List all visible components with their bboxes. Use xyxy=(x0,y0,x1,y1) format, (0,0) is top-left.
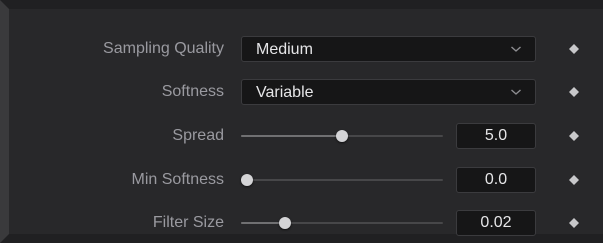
min-softness-label: Min Softness xyxy=(131,171,224,188)
min-softness-slider[interactable] xyxy=(241,167,443,193)
spread-value-field[interactable]: 5.0 xyxy=(456,123,536,149)
min-softness-row: Min Softness 0.0 xyxy=(9,167,603,193)
keyframe-diamond-icon[interactable] xyxy=(569,44,579,54)
spread-row: Spread 5.0 xyxy=(9,123,603,149)
slider-track xyxy=(241,179,443,181)
slider-fill xyxy=(241,135,342,137)
sampling-quality-label: Sampling Quality xyxy=(103,40,224,57)
spread-slider[interactable] xyxy=(241,123,443,149)
inspector-panel: Sampling Quality Medium Softness Variabl… xyxy=(0,0,603,243)
sampling-quality-dropdown[interactable]: Medium xyxy=(241,36,536,62)
filter-size-row: Filter Size 0.02 xyxy=(9,210,603,236)
softness-row: Softness Variable xyxy=(9,79,603,105)
min-softness-value-field[interactable]: 0.0 xyxy=(456,167,536,193)
keyframe-diamond-icon[interactable] xyxy=(569,131,579,141)
softness-value: Variable xyxy=(256,84,314,101)
keyframe-diamond-icon[interactable] xyxy=(569,175,579,185)
softness-label: Softness xyxy=(161,83,224,100)
sampling-quality-row: Sampling Quality Medium xyxy=(9,36,603,62)
spread-label: Spread xyxy=(172,127,224,144)
filter-size-slider[interactable] xyxy=(241,210,443,236)
keyframe-diamond-icon[interactable] xyxy=(569,87,579,97)
chevron-down-icon xyxy=(511,46,521,52)
filter-size-label: Filter Size xyxy=(152,214,224,231)
slider-knob[interactable] xyxy=(279,217,292,229)
softness-dropdown[interactable]: Variable xyxy=(241,79,536,105)
sampling-quality-value: Medium xyxy=(256,41,313,58)
chevron-down-icon xyxy=(511,89,521,95)
keyframe-diamond-icon[interactable] xyxy=(569,218,579,228)
slider-knob[interactable] xyxy=(241,174,254,186)
slider-knob[interactable] xyxy=(336,130,348,142)
filter-size-value-field[interactable]: 0.02 xyxy=(456,210,536,236)
